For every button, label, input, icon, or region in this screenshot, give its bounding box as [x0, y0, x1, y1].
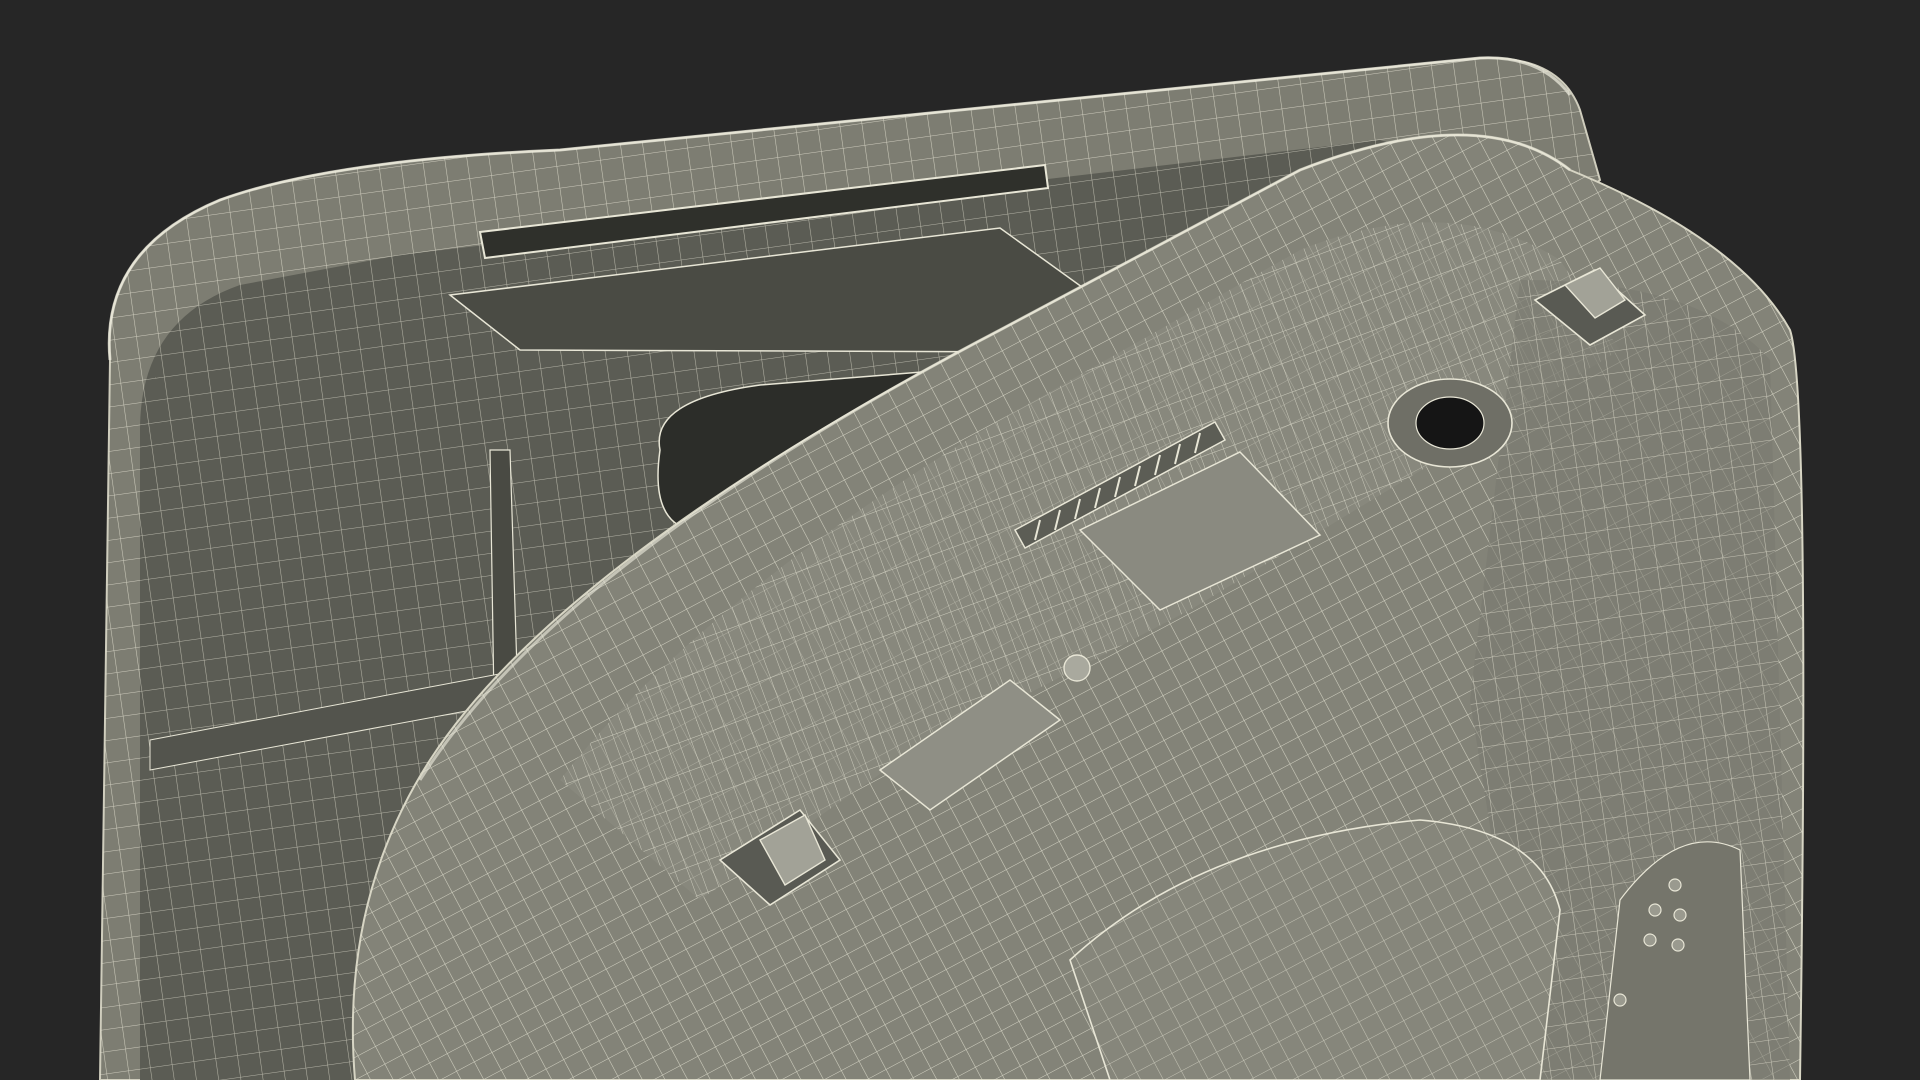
render-viewport: [0, 0, 1920, 1080]
small-screw: [1063, 654, 1091, 682]
wireframe-scene: [98, 56, 1805, 1080]
tripod-hole: [1387, 378, 1513, 468]
